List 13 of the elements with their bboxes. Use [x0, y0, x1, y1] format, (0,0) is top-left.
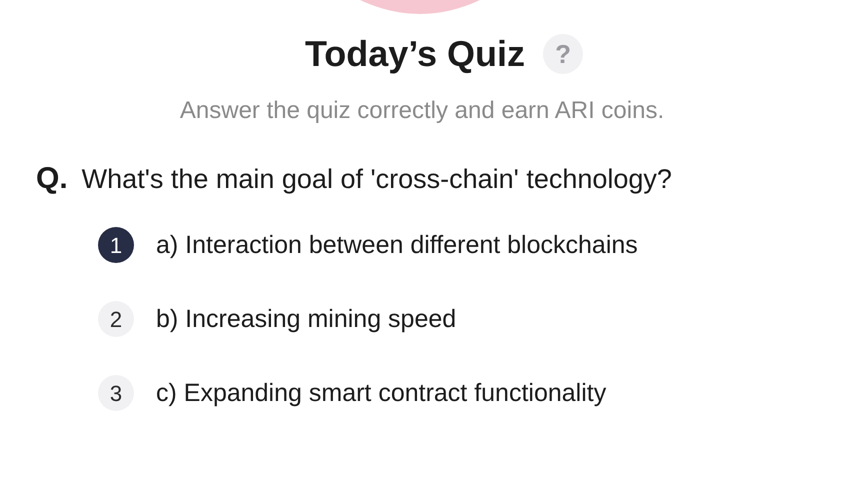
option-number: 2 — [98, 301, 134, 337]
option-number: 1 — [98, 227, 134, 263]
option-number: 3 — [98, 375, 134, 411]
answer-option[interactable]: 3 c) Expanding smart contract functionality — [98, 375, 844, 411]
option-text: c) Expanding smart contract functionality — [156, 378, 606, 409]
option-text: b) Increasing mining speed — [156, 304, 456, 335]
answer-option[interactable]: 1 a) Interaction between different blockchains — [98, 227, 844, 263]
question-prefix: Q. — [36, 161, 68, 197]
answer-option[interactable]: 2 b) Increasing mining speed — [98, 301, 844, 337]
option-text: a) Interaction between different blockchains — [156, 230, 638, 261]
quiz-title: Today’s Quiz — [304, 32, 526, 76]
question-text: What's the main goal of 'cross-chain' technology? — [82, 163, 672, 196]
quiz-subtitle: Answer the quiz correctly and earn ARI coins. — [178, 96, 666, 126]
